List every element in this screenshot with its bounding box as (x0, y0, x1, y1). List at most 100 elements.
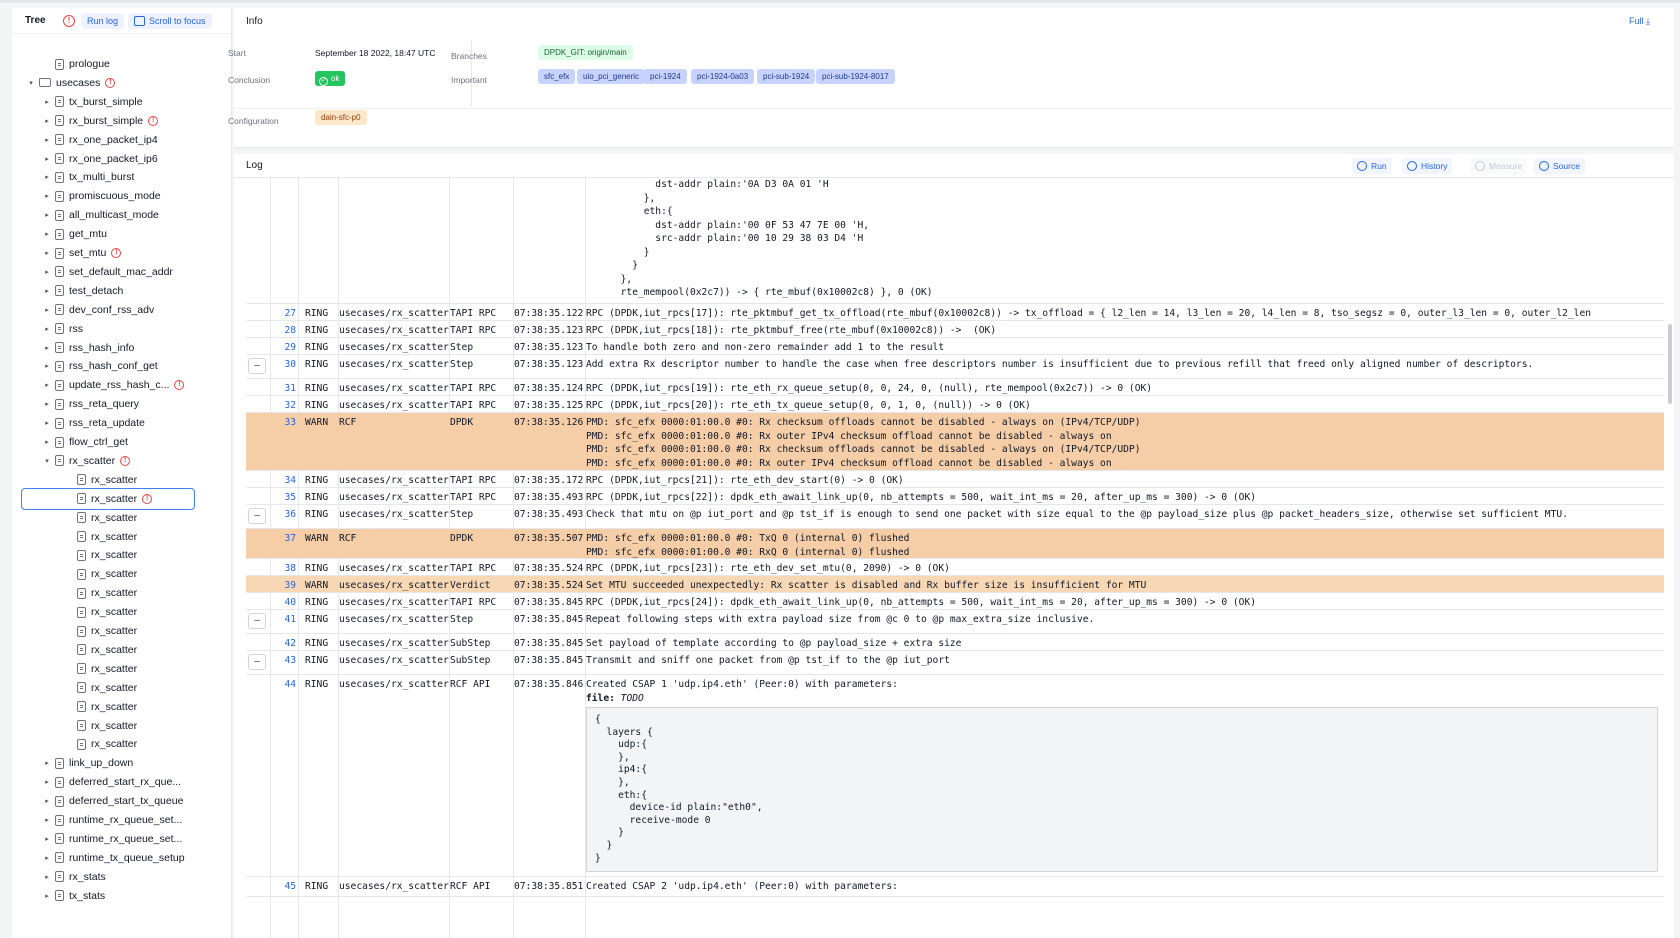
log-row-number[interactable]: 33 (270, 416, 296, 430)
run-button[interactable]: Run (1352, 158, 1392, 174)
log-row-number[interactable]: 43 (270, 654, 296, 668)
chevron-right-icon[interactable]: ▸ (42, 268, 52, 276)
chevron-right-icon[interactable]: ▸ (42, 287, 52, 295)
tree-item[interactable]: rx_scatter (12, 697, 231, 717)
measure-button[interactable]: Measure (1470, 158, 1528, 174)
tree-item[interactable]: rx_scatter (12, 716, 231, 736)
tree-item[interactable]: rx_scatter (12, 545, 231, 565)
tree-item[interactable]: rx_scatter (12, 621, 231, 641)
tree-item[interactable]: ▸ deferred_start_tx_queue (12, 791, 231, 811)
chevron-right-icon[interactable]: ▸ (42, 136, 52, 144)
chevron-right-icon[interactable]: ▸ (42, 344, 52, 352)
tree-item[interactable]: rx_scatter (12, 640, 231, 660)
chevron-down-icon[interactable]: ▾ (26, 79, 36, 87)
chevron-right-icon[interactable]: ▸ (42, 117, 52, 125)
tree-item[interactable]: ▸ rss_hash_info (12, 338, 231, 358)
collapse-button[interactable]: – (248, 654, 266, 670)
tree-item[interactable]: ▸ dev_conf_rss_adv (12, 300, 231, 320)
tree-item[interactable]: rx_scatter (12, 678, 231, 698)
tree-item[interactable]: ▾ rx_scatter! (12, 451, 231, 471)
tree-item[interactable]: ▸ rss_reta_update (12, 413, 231, 433)
chevron-right-icon[interactable]: ▸ (42, 98, 52, 106)
chevron-right-icon[interactable]: ▸ (42, 192, 52, 200)
tree-item[interactable]: ▸ rx_one_packet_ip6 (12, 149, 231, 169)
log-row-number[interactable]: 34 (270, 474, 296, 488)
history-button[interactable]: History (1402, 158, 1453, 174)
chevron-right-icon[interactable]: ▸ (42, 816, 52, 824)
tree-item[interactable]: ▸ runtime_rx_queue_set... (12, 810, 231, 830)
log-scrollbar[interactable] (1668, 324, 1672, 404)
log-row-number[interactable]: 37 (270, 532, 296, 546)
tree-item[interactable]: ▸ runtime_rx_queue_set... (12, 829, 231, 849)
chevron-right-icon[interactable]: ▸ (42, 400, 52, 408)
full-toggle[interactable]: Full ⤓ (1629, 16, 1650, 27)
tree-item[interactable]: ▸ all_multicast_mode (12, 205, 231, 225)
run-log-button[interactable]: Run log (81, 12, 125, 29)
log-row-number[interactable]: 27 (270, 307, 296, 321)
chevron-right-icon[interactable]: ▸ (42, 155, 52, 163)
log-row-number[interactable]: 31 (270, 382, 296, 396)
chevron-right-icon[interactable]: ▸ (42, 797, 52, 805)
log-row-number[interactable]: 32 (270, 399, 296, 413)
source-button[interactable]: Source (1534, 158, 1585, 174)
log-row-number[interactable]: 36 (270, 508, 296, 522)
chevron-right-icon[interactable]: ▸ (42, 892, 52, 900)
chevron-right-icon[interactable]: ▸ (42, 230, 52, 238)
tree-item[interactable]: ▸ rx_burst_simple! (12, 111, 231, 131)
tree-item[interactable]: rx_scatter (12, 583, 231, 603)
log-row-number[interactable]: 41 (270, 613, 296, 627)
tree-item[interactable]: ▸ link_up_down (12, 753, 231, 773)
chevron-right-icon[interactable]: ▸ (42, 381, 52, 389)
alert-icon[interactable]: ! (63, 14, 75, 27)
tree-item[interactable]: ▸ rx_one_packet_ip4 (12, 130, 231, 150)
chevron-right-icon[interactable]: ▸ (42, 438, 52, 446)
chevron-right-icon[interactable]: ▸ (42, 419, 52, 427)
chevron-right-icon[interactable]: ▸ (42, 249, 52, 257)
log-row-number[interactable]: 45 (270, 880, 296, 894)
tree-item[interactable]: ▸ flow_ctrl_get (12, 432, 231, 452)
tree-item[interactable]: ▾ usecases! (12, 73, 231, 93)
chevron-right-icon[interactable]: ▸ (42, 362, 52, 370)
tree-item[interactable]: ▸ rss (12, 319, 231, 339)
collapse-button[interactable]: – (248, 613, 266, 629)
chevron-right-icon[interactable]: ▸ (42, 211, 52, 219)
tree-item[interactable]: ▸ tx_burst_simple (12, 92, 231, 112)
tree-item[interactable]: rx_scatter (12, 734, 231, 754)
chevron-right-icon[interactable]: ▸ (42, 759, 52, 767)
chevron-right-icon[interactable]: ▸ (42, 873, 52, 881)
tree-item[interactable]: ▸ set_mtu! (12, 243, 231, 263)
chevron-right-icon[interactable]: ▸ (42, 835, 52, 843)
tree-item[interactable]: ▸ update_rss_hash_c...! (12, 375, 231, 395)
log-row-number[interactable]: 39 (270, 579, 296, 593)
tree-item[interactable]: rx_scatter (12, 564, 231, 584)
collapse-button[interactable]: – (248, 358, 266, 374)
tree-item[interactable]: rx_scatter (12, 470, 231, 490)
log-row-number[interactable]: 30 (270, 358, 296, 372)
tree-item[interactable]: ▸ tx_multi_burst (12, 167, 231, 187)
log-row-number[interactable]: 44 (270, 678, 296, 692)
tree-item[interactable]: ▸ test_detach (12, 281, 231, 301)
tree-item[interactable]: ▸ rss_reta_query (12, 394, 231, 414)
tree-item[interactable]: ▸ set_default_mac_addr (12, 262, 231, 282)
log-row-number[interactable]: 40 (270, 596, 296, 610)
log-row-number[interactable]: 35 (270, 491, 296, 505)
collapse-button[interactable]: – (248, 508, 266, 524)
log-row-number[interactable]: 42 (270, 637, 296, 651)
chevron-right-icon[interactable]: ▸ (42, 306, 52, 314)
tree-item[interactable]: ▸ deferred_start_rx_que... (12, 772, 231, 792)
tree-item[interactable]: rx_scatter (12, 659, 231, 679)
tree-item[interactable]: rx_scatter (12, 527, 231, 547)
tree-item[interactable]: ▸ rx_stats (12, 867, 231, 887)
scroll-to-focus-button[interactable]: Scroll to focus (128, 12, 212, 29)
log-row-number[interactable]: 28 (270, 324, 296, 338)
tree-item[interactable]: ▸ runtime_tx_queue_setup (12, 848, 231, 868)
log-row-number[interactable]: 38 (270, 562, 296, 576)
chevron-right-icon[interactable]: ▸ (42, 325, 52, 333)
chevron-right-icon[interactable]: ▸ (42, 778, 52, 786)
tree-item[interactable]: ▸ get_mtu (12, 224, 231, 244)
chevron-down-icon[interactable]: ▾ (42, 457, 52, 465)
tree-item[interactable]: rx_scatter (12, 508, 231, 528)
tree-item[interactable]: rx_scatter (12, 602, 231, 622)
tree-item[interactable]: ▸ tx_stats (12, 886, 231, 906)
tree-item[interactable]: prologue (12, 54, 231, 74)
